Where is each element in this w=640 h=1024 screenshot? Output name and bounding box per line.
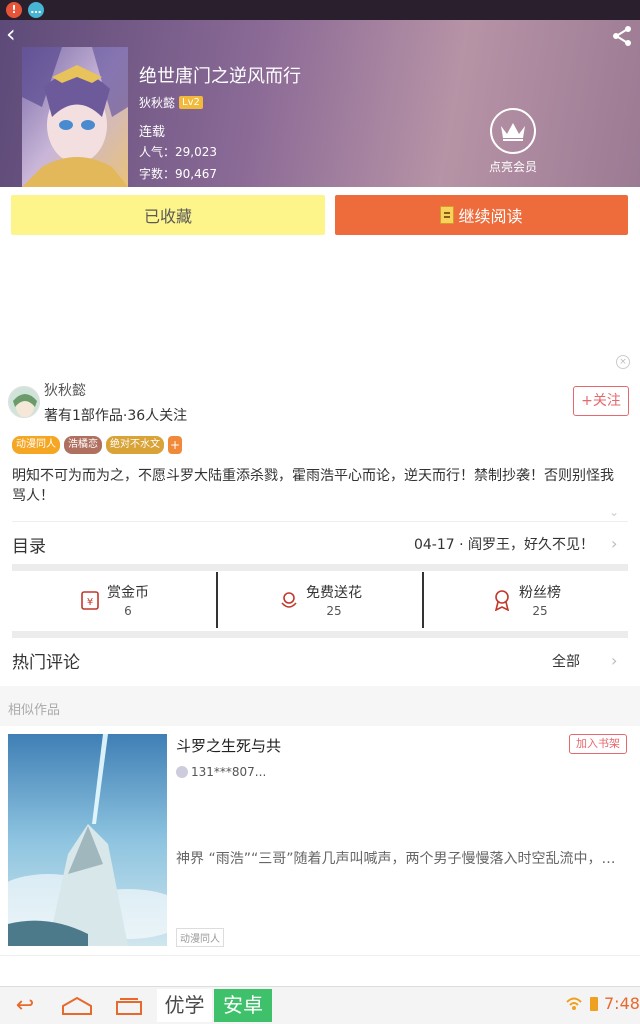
book-description: 明知不可为而为之，不愿斗罗大陆重添杀戮，霍雨浩平心而论，逆天而行！禁制抄袭！否则… xyxy=(12,468,614,504)
divider xyxy=(12,521,628,522)
back-icon[interactable]: ‹ xyxy=(6,22,30,46)
section-divider xyxy=(12,631,628,638)
hot-comments-label: 热门评论 xyxy=(12,653,80,673)
stat-value: 25 xyxy=(326,604,342,618)
brand-logo-part2: 安卓 xyxy=(214,989,272,1022)
follow-button[interactable]: +关注 xyxy=(573,386,629,416)
latest-chapter[interactable]: 04-17 · 阎罗王，好久不见！ xyxy=(414,534,594,554)
recommended-author-name: 131***807... xyxy=(191,765,267,779)
fan-ranking[interactable]: 粉丝榜 25 xyxy=(424,572,628,628)
tag[interactable]: 浩橘恋 xyxy=(64,436,102,454)
tag[interactable]: 绝对不水文 xyxy=(106,436,164,454)
continue-reading-button[interactable]: 继续阅读 xyxy=(335,195,628,235)
book-cover[interactable] xyxy=(22,47,128,187)
similar-label: 相似作品 xyxy=(8,703,61,718)
divider xyxy=(0,955,640,956)
user-icon xyxy=(176,766,188,778)
toc-label[interactable]: 目录 xyxy=(12,532,46,557)
add-to-shelf-button[interactable]: 加入书架 xyxy=(569,734,627,754)
recommended-book-title[interactable]: 斗罗之生死与共 xyxy=(176,735,281,756)
reward-coins[interactable]: ¥ 赏金币 6 xyxy=(12,572,218,628)
free-flowers[interactable]: 免费送花 25 xyxy=(218,572,424,628)
back-nav-icon[interactable]: ↩ xyxy=(8,995,42,1017)
coin-icon: ¥ xyxy=(81,591,99,610)
stat-value: 6 xyxy=(124,604,132,618)
level-badge: Lv2 xyxy=(179,96,203,109)
serial-status: 连载 xyxy=(139,125,166,140)
crown-icon xyxy=(490,108,536,154)
recommended-book-desc: 神界 “雨浩”“三哥”随着几声叫喊声，两个男子慢慢落入时空乱流中，… xyxy=(176,851,616,867)
author-stats: 著有1部作品·36人关注 xyxy=(44,408,188,424)
all-comments-link[interactable]: 全部 xyxy=(552,651,580,671)
word-count: 字数：90,467 xyxy=(139,167,217,181)
svg-text:¥: ¥ xyxy=(87,597,93,608)
add-tag-button[interactable]: + xyxy=(168,436,182,454)
system-navbar: ↩ 优学 安卓 7:48 xyxy=(0,986,640,1024)
book-header: ‹ 绝世唐门之逆风而行 狄秋懿 Lv2 连载 人气：29,023 字数：90,4… xyxy=(0,20,640,187)
clock: 7:48 xyxy=(604,994,640,1013)
brand-logo-part1: 优学 xyxy=(157,989,212,1022)
recommended-book-author: 131***807... xyxy=(176,765,266,779)
recent-apps-icon[interactable] xyxy=(112,995,146,1017)
home-icon[interactable] xyxy=(60,995,94,1017)
stat-label: 粉丝榜 xyxy=(519,585,561,601)
author-block-name[interactable]: 狄秋懿 xyxy=(44,380,86,400)
recommended-book-tag: 动漫同人 xyxy=(176,928,224,947)
section-divider xyxy=(12,564,628,571)
continue-reading-label: 继续阅读 xyxy=(458,207,523,226)
recommended-book-cover[interactable] xyxy=(8,734,167,946)
similar-section-header xyxy=(0,686,640,726)
avatar[interactable] xyxy=(8,386,40,418)
stats-row: ¥ 赏金币 6 免费送花 25 粉丝榜 25 xyxy=(12,572,628,628)
author-name[interactable]: 狄秋懿 xyxy=(139,94,175,111)
chevron-right-icon: › xyxy=(611,651,618,670)
expand-chevron-icon[interactable]: ⌄ xyxy=(609,505,619,519)
stat-value: 25 xyxy=(532,604,548,618)
flower-icon xyxy=(281,592,297,608)
favorited-button[interactable]: 已收藏 xyxy=(11,195,325,235)
warning-icon: ! xyxy=(6,2,22,18)
chevron-right-icon: › xyxy=(611,534,618,553)
stat-label: 赏金币 xyxy=(107,585,149,601)
wifi-icon xyxy=(566,997,582,1010)
share-icon[interactable] xyxy=(610,24,634,48)
member-button[interactable]: 点亮会员 xyxy=(484,108,542,175)
tag[interactable]: 动漫同人 xyxy=(12,436,60,454)
book-title: 绝世唐门之逆风而行 xyxy=(139,66,301,87)
tag-list: 动漫同人 浩橘恋 绝对不水文 + xyxy=(12,436,182,454)
battery-icon xyxy=(590,997,598,1011)
message-icon: … xyxy=(28,2,44,18)
close-icon[interactable]: × xyxy=(616,355,630,369)
member-label: 点亮会员 xyxy=(488,160,537,174)
status-bar: ! … xyxy=(0,0,640,20)
medal-icon xyxy=(494,590,510,611)
popularity: 人气：29,023 xyxy=(139,145,217,159)
stat-label: 免费送花 xyxy=(306,585,362,601)
author-line: 狄秋懿 Lv2 xyxy=(139,94,203,111)
book-icon xyxy=(440,206,455,224)
